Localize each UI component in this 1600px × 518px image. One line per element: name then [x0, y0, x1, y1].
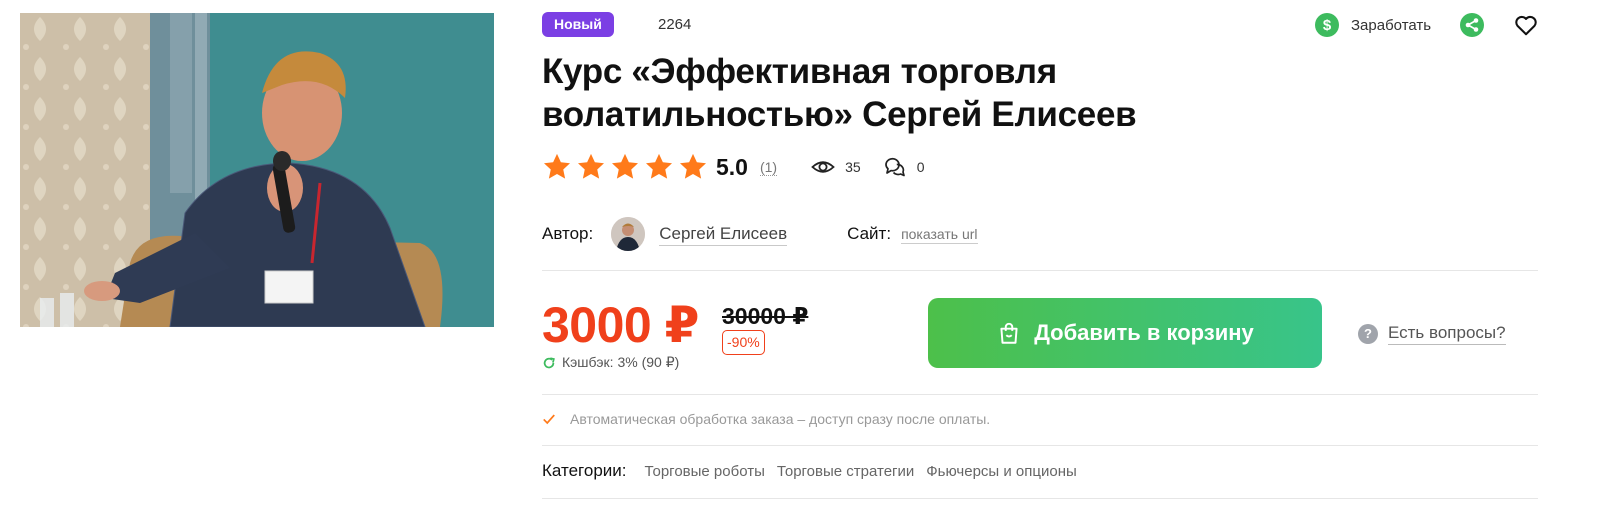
discount-badge: -90% [722, 330, 765, 355]
auto-processing-note: Автоматическая обработка заказа – доступ… [542, 411, 990, 427]
questions-link[interactable]: ? Есть вопросы? [1358, 322, 1506, 345]
speaker-photo [20, 13, 494, 327]
views-count: 35 [845, 159, 861, 175]
category-link[interactable]: Торговые роботы [645, 463, 765, 480]
heart-icon [1515, 15, 1537, 36]
show-url-link[interactable]: показать url [901, 225, 978, 244]
avatar-image [611, 217, 646, 251]
product-image[interactable] [20, 13, 494, 327]
share-button[interactable] [1460, 13, 1484, 37]
divider [542, 445, 1538, 446]
dollar-icon: $ [1315, 13, 1339, 37]
comments-counter[interactable]: 0 [883, 155, 925, 179]
product-title: Курс «Эффективная торговля волатильность… [542, 52, 1137, 134]
divider [542, 270, 1538, 271]
cashback-text: Кэшбэк: 3% (90 ₽) [562, 354, 680, 370]
rating-value: 5.0 [716, 153, 748, 180]
eye-icon [811, 161, 835, 173]
category-link[interactable]: Торговые стратегии [777, 463, 914, 480]
star-icon [578, 153, 604, 179]
star-icon [544, 153, 570, 179]
earn-button[interactable]: $ Заработать [1315, 13, 1431, 37]
add-to-cart-label: Добавить в корзину [1034, 320, 1254, 345]
comments-icon [884, 157, 905, 177]
divider [542, 498, 1538, 499]
divider [542, 394, 1538, 395]
categories-row: Категории: Торговые роботы Торговые стра… [542, 461, 1089, 481]
author-name-link[interactable]: Сергей Елисеев [659, 223, 788, 246]
old-price: 30000 ₽ [722, 303, 809, 329]
views-counter: 35 [811, 155, 861, 179]
share-icon [1460, 13, 1484, 37]
categories-label: Категории: [542, 461, 627, 480]
questions-label: Есть вопросы? [1388, 322, 1506, 345]
current-price: 3000 ₽ [542, 297, 699, 353]
refresh-icon [543, 356, 555, 368]
cashback-info: Кэшбэк: 3% (90 ₽) [542, 354, 679, 371]
author-avatar[interactable] [611, 217, 646, 251]
product-id: 2264 [658, 16, 692, 33]
rating-count-link[interactable]: (1) [759, 159, 778, 176]
earn-label: Заработать [1351, 16, 1432, 34]
question-icon: ? [1358, 323, 1378, 344]
check-icon [543, 414, 555, 425]
new-badge: Новый [542, 12, 614, 37]
star-icon [680, 153, 706, 179]
shopping-bag-icon [1000, 322, 1018, 344]
category-link[interactable]: Фьючерсы и опционы [926, 463, 1076, 480]
auto-processing-text: Автоматическая обработка заказа – доступ… [570, 411, 991, 427]
star-icon [646, 153, 672, 179]
rating-row: 5.0 (1) 35 0 [542, 150, 924, 184]
star-icon [612, 153, 638, 179]
site-label: Сайт: [847, 224, 892, 243]
add-to-cart-button[interactable]: Добавить в корзину [928, 298, 1322, 368]
rating-stars [542, 152, 708, 182]
author-row: Автор: Сергей Елисеев Сайт: показать url [542, 216, 1538, 252]
author-label: Автор: [542, 224, 594, 243]
favorite-button[interactable] [1513, 12, 1539, 38]
comments-count: 0 [916, 159, 925, 175]
